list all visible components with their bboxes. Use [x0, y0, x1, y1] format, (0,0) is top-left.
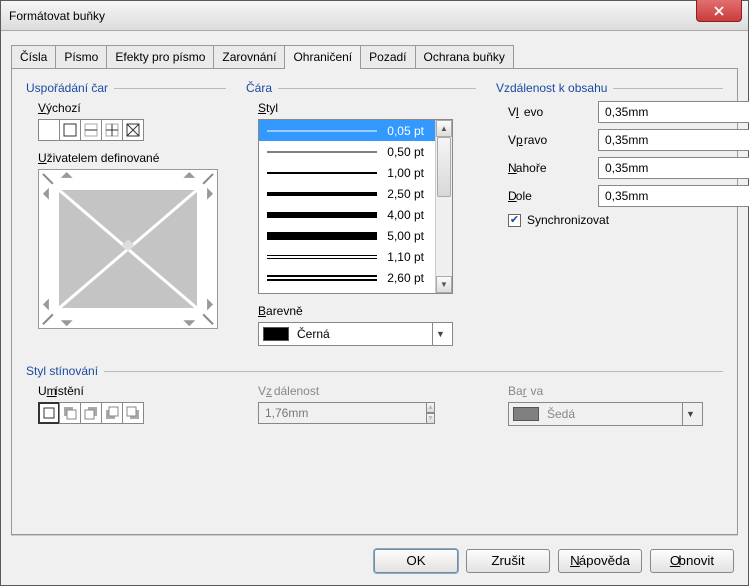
chevron-down-icon: ▼	[682, 403, 698, 425]
line-color-name: Černá	[297, 327, 330, 341]
sync-checkbox[interactable]: ✔	[508, 214, 521, 227]
line-group: Čára Styl 0,05 pt0,50 pt1,00 pt2,50 pt4,…	[246, 81, 476, 346]
close-icon	[714, 6, 724, 16]
line-style-label: Styl	[258, 101, 476, 115]
padding-bottom-label: Dole	[508, 189, 598, 203]
spin-up: ▲	[427, 402, 435, 413]
padding-right-spinner[interactable]: ▲▼	[598, 129, 708, 151]
group-title-shadow: Styl stínování	[26, 364, 98, 378]
preset-diag[interactable]	[122, 119, 144, 141]
tab-písmo[interactable]: Písmo	[55, 45, 107, 68]
padding-top-spinner[interactable]: ▲▼	[598, 157, 708, 179]
shadow-distance-input	[258, 402, 427, 424]
cancel-button[interactable]: Zrušit	[466, 549, 550, 573]
padding-group: Vzdálenost k obsahu Vlevo ▲▼ Vpravo ▲▼	[496, 81, 723, 346]
tab-bar: ČíslaPísmoEfekty pro písmoZarovnáníOhran…	[11, 45, 738, 68]
sync-label: Synchronizovat	[527, 213, 609, 227]
padding-top-label: Nahoře	[508, 161, 598, 175]
shadow-distance-spinner: ▲▼	[258, 402, 368, 424]
padding-right-input[interactable]	[598, 129, 749, 151]
shadow-tl[interactable]	[59, 402, 81, 424]
scrollbar[interactable]: ▲ ▼	[435, 120, 452, 293]
preset-horiz[interactable]	[80, 119, 102, 141]
shadow-br[interactable]	[122, 402, 144, 424]
arrangement-userdef-label: Uživatelem definované	[38, 151, 226, 165]
help-button[interactable]: Nápověda	[558, 549, 642, 573]
tab-efekty-pro-písmo[interactable]: Efekty pro písmo	[106, 45, 214, 68]
ok-button[interactable]: OK	[374, 549, 458, 573]
group-title-line: Čára	[246, 81, 272, 95]
padding-top-input[interactable]	[598, 157, 749, 179]
title-bar: Formátovat buňky	[1, 1, 748, 31]
tab-panel-borders: Uspořádání čar Výchozí Uživatelem defino…	[11, 68, 738, 535]
scroll-up-button[interactable]: ▲	[436, 120, 452, 137]
shadow-preset-row	[38, 402, 226, 424]
dialog-button-bar: OK Zrušit Nápověda Obnovit	[11, 535, 738, 585]
line-color-swatch	[263, 327, 289, 341]
line-style-option[interactable]: 2,60 pt	[259, 267, 452, 288]
format-cells-dialog: Formátovat buňky ČíslaPísmoEfekty pro pí…	[0, 0, 749, 586]
shadow-none[interactable]	[38, 402, 60, 424]
scroll-thumb[interactable]	[437, 137, 451, 197]
shadow-color-select: Šedá ▼	[508, 402, 703, 426]
reset-button[interactable]: Obnovit	[650, 549, 734, 573]
sync-checkbox-row[interactable]: ✔ Synchronizovat	[508, 213, 723, 227]
line-style-option[interactable]: 1,00 pt	[259, 162, 452, 183]
padding-left-input[interactable]	[598, 101, 749, 123]
shadow-group: Styl stínování Umístění Vzdálenost	[26, 364, 723, 434]
shadow-color-label: Barva	[508, 384, 723, 398]
tab-ochrana-buňky[interactable]: Ochrana buňky	[415, 45, 514, 68]
shadow-position-label: Umístění	[38, 384, 226, 398]
padding-bottom-spinner[interactable]: ▲▼	[598, 185, 708, 207]
scroll-down-button[interactable]: ▼	[436, 276, 452, 293]
arrangement-default-label: Výchozí	[38, 101, 226, 115]
line-style-option[interactable]: 0,50 pt	[259, 141, 452, 162]
line-style-option[interactable]: 0,05 pt	[259, 120, 452, 141]
preset-row	[38, 119, 226, 141]
window-title: Formátovat buňky	[9, 9, 105, 23]
line-color-label: Barevně	[258, 304, 476, 318]
tab-pozadí[interactable]: Pozadí	[360, 45, 415, 68]
close-button[interactable]	[696, 0, 742, 22]
padding-left-spinner[interactable]: ▲▼	[598, 101, 708, 123]
line-color-select[interactable]: Černá ▼	[258, 322, 453, 346]
shadow-color-swatch	[513, 407, 539, 421]
shadow-distance-label: Vzdálenost	[258, 384, 476, 398]
user-defined-preview[interactable]	[38, 169, 218, 329]
line-arrangement-group: Uspořádání čar Výchozí Uživatelem defino…	[26, 81, 226, 346]
chevron-down-icon: ▼	[432, 323, 448, 345]
shadow-tr[interactable]	[80, 402, 102, 424]
padding-right-label: Vpravo	[508, 133, 598, 147]
preset-none[interactable]	[38, 119, 60, 141]
line-style-option[interactable]: 5,00 pt	[259, 225, 452, 246]
preset-box[interactable]	[59, 119, 81, 141]
preset-grid[interactable]	[101, 119, 123, 141]
group-title-padding: Vzdálenost k obsahu	[496, 81, 607, 95]
tab-zarovnání[interactable]: Zarovnání	[213, 45, 285, 68]
shadow-color-name: Šedá	[547, 407, 575, 421]
tab-čísla[interactable]: Čísla	[11, 45, 56, 68]
shadow-bl[interactable]	[101, 402, 123, 424]
line-style-option[interactable]: 4,00 pt	[259, 204, 452, 225]
line-style-option[interactable]: 1,10 pt	[259, 246, 452, 267]
tab-ohraničení[interactable]: Ohraničení	[284, 45, 361, 68]
padding-left-label: Vlevo	[508, 105, 598, 119]
line-style-option[interactable]: 2,50 pt	[259, 183, 452, 204]
line-style-listbox[interactable]: 0,05 pt0,50 pt1,00 pt2,50 pt4,00 pt5,00 …	[258, 119, 453, 294]
spin-down: ▼	[427, 413, 435, 424]
padding-bottom-input[interactable]	[598, 185, 749, 207]
group-title-arrangement: Uspořádání čar	[26, 81, 108, 95]
